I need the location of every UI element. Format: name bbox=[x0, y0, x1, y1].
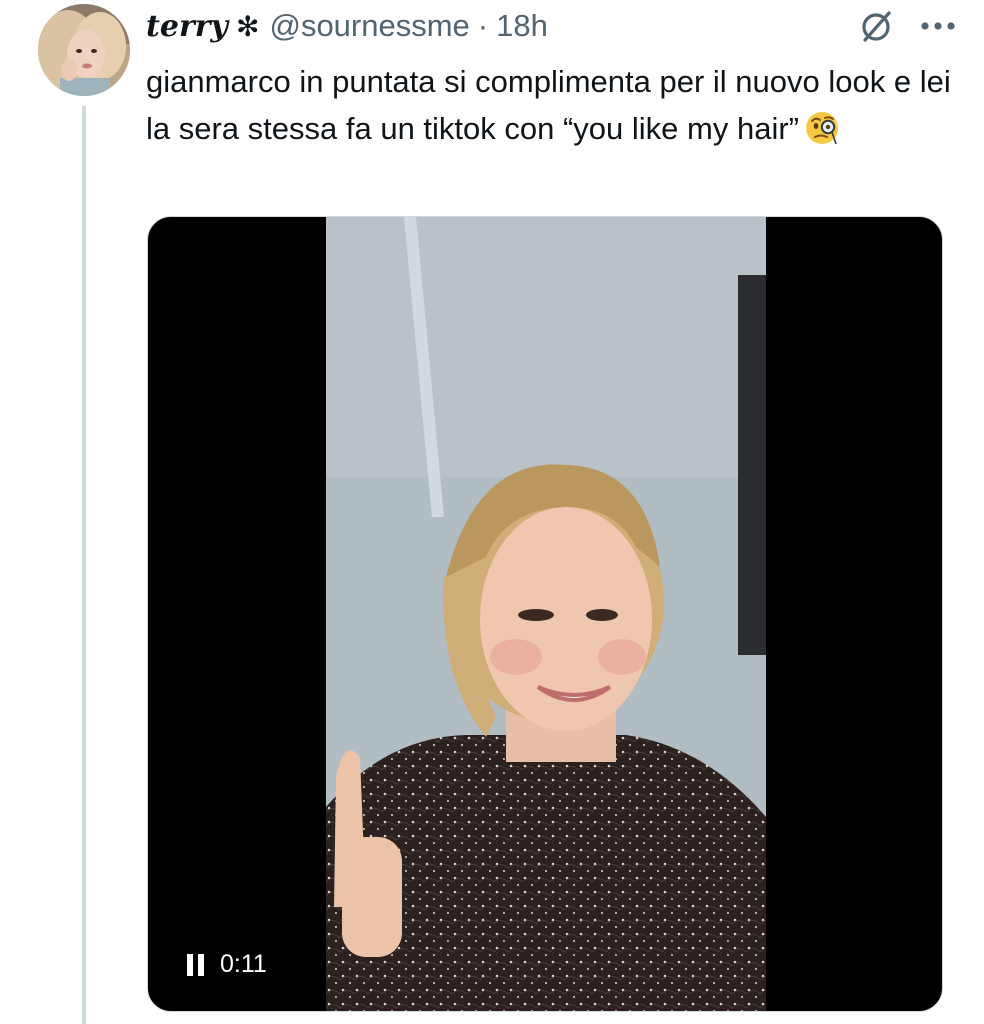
tweet-header: terry ✻ @sournessme · 18h bbox=[146, 4, 960, 48]
video-controls: 0:11 bbox=[186, 950, 267, 979]
thread-line bbox=[82, 106, 86, 1024]
pause-icon[interactable] bbox=[186, 953, 206, 977]
tweet-timestamp[interactable]: 18h bbox=[496, 8, 548, 44]
display-name[interactable]: terry bbox=[146, 9, 228, 44]
name-glyph: ✻ bbox=[236, 10, 260, 42]
video-player[interactable]: 0:11 bbox=[147, 216, 943, 1012]
more-options-icon[interactable] bbox=[920, 21, 956, 31]
video-frame[interactable] bbox=[326, 217, 766, 1011]
tweet-text: gianmarco in puntata si complimenta per … bbox=[146, 58, 956, 160]
separator-dot: · bbox=[477, 8, 489, 43]
avatar-image bbox=[38, 4, 130, 96]
user-handle[interactable]: @sournessme bbox=[269, 8, 469, 44]
avatar[interactable] bbox=[38, 4, 130, 96]
face-with-monocle-icon bbox=[803, 109, 841, 160]
header-actions bbox=[860, 4, 956, 48]
tweet: terry ✻ @sournessme · 18h gianmarco in p… bbox=[0, 0, 984, 1024]
video-elapsed-time: 0:11 bbox=[220, 950, 267, 978]
grok-icon[interactable] bbox=[860, 9, 894, 43]
video-still-image bbox=[326, 217, 766, 1011]
